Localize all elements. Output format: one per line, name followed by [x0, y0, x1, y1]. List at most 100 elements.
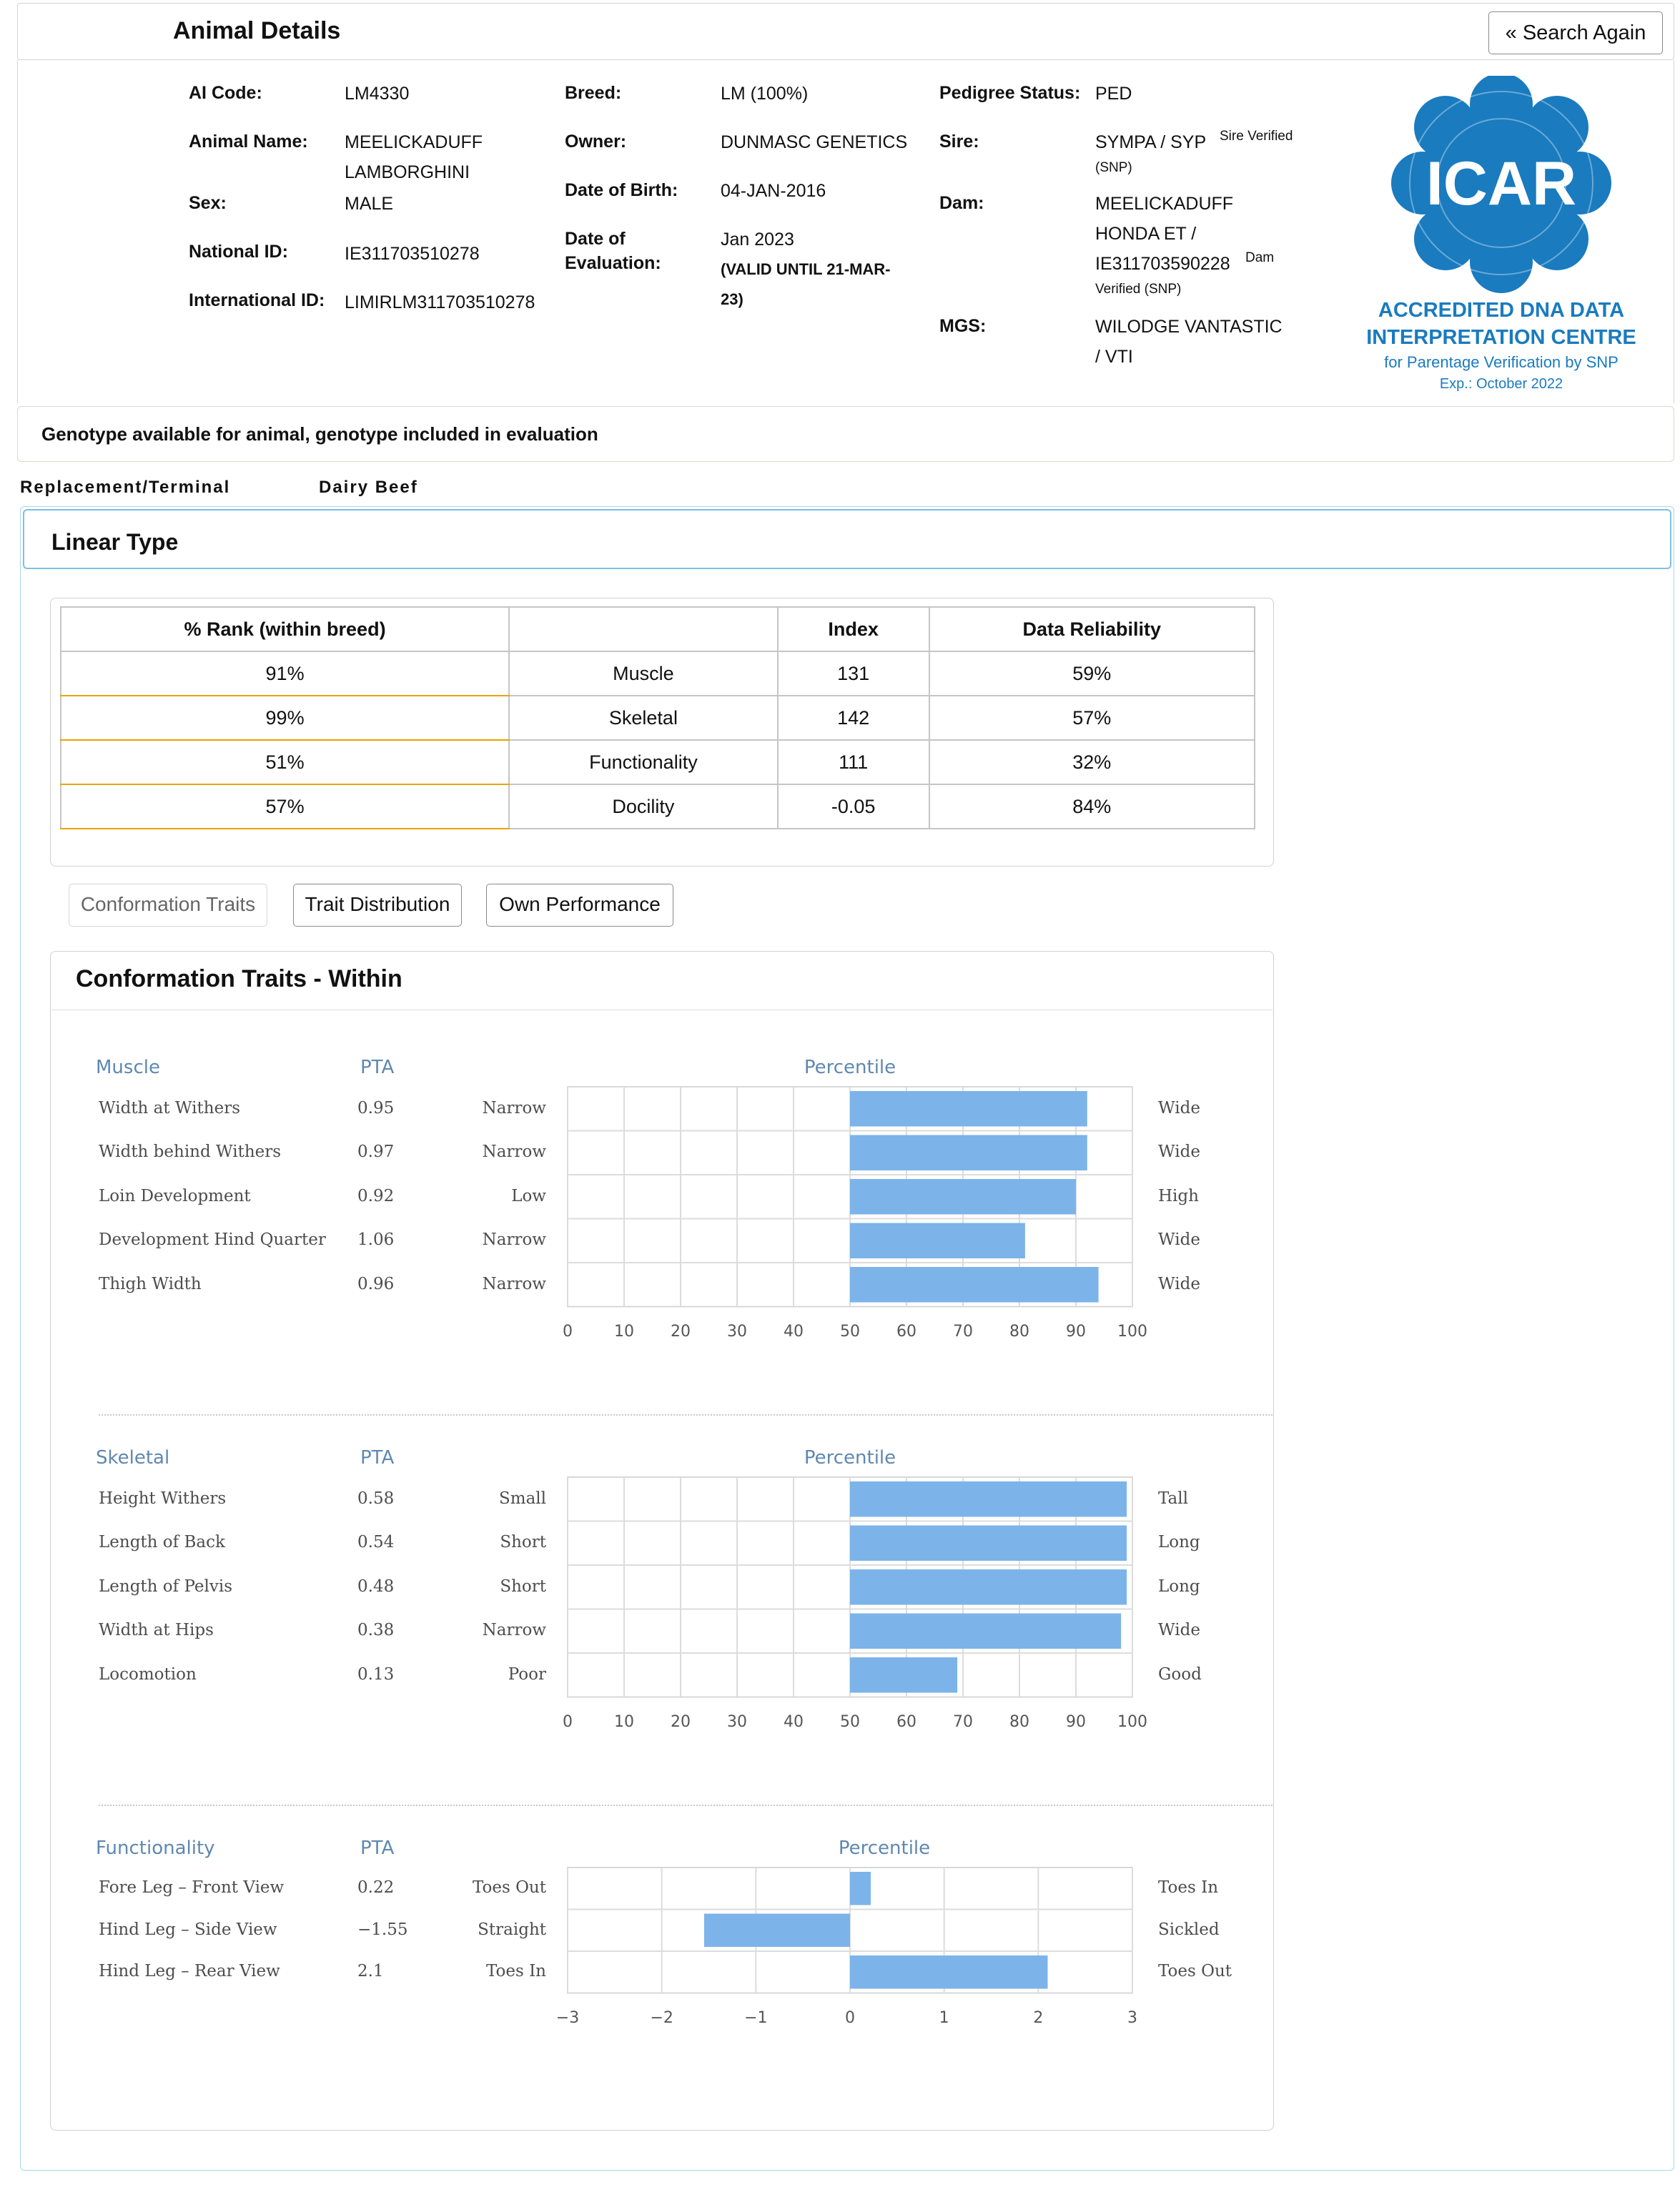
table-row: 57% Docility -0.05 84% — [59, 784, 1255, 829]
reliability-cell: 59% — [928, 651, 1255, 696]
reliability-cell: 84% — [928, 784, 1255, 829]
international-id-label: International ID: — [189, 290, 325, 310]
low-label: Narrow — [482, 1098, 546, 1118]
section-divider — [99, 1805, 1273, 1806]
trait-name: Locomotion — [99, 1664, 197, 1684]
high-label: Wide — [1158, 1143, 1200, 1162]
pedigree-label: Pedigree Status: — [939, 83, 1081, 103]
x-tick-label: 60 — [896, 1322, 916, 1341]
sex-value: MALE — [345, 194, 394, 214]
low-label: Narrow — [482, 1143, 546, 1162]
x-tick-label: 50 — [840, 1322, 860, 1341]
x-tick-label: 0 — [845, 2008, 855, 2027]
linear-type-header[interactable] — [23, 509, 1671, 569]
high-label: Good — [1158, 1664, 1202, 1684]
trait-name: Width at Hips — [99, 1621, 214, 1640]
trait-name: Loin Development — [99, 1186, 251, 1205]
icar-line2: INTERPRETATION CENTRE — [1366, 326, 1636, 349]
low-label: Short — [500, 1533, 546, 1552]
tab-dairy-beef[interactable]: Dairy Beef — [319, 478, 418, 498]
x-tick-label: 10 — [614, 1712, 634, 1731]
column-header-rank: % Rank (within breed) — [59, 606, 510, 652]
conformation-title: Conformation Traits - Within — [76, 965, 402, 992]
sire-label: Sire: — [939, 132, 979, 152]
low-label: Toes Out — [472, 1878, 546, 1898]
section-divider — [99, 1414, 1273, 1416]
owner-value: DUNMASC GENETICS — [721, 132, 908, 152]
breed-value: LM (100%) — [721, 84, 809, 104]
pta-value: 0.48 — [357, 1577, 395, 1596]
pta-value: 1.06 — [357, 1230, 395, 1250]
breed-label: Breed: — [565, 83, 622, 103]
pta-value: −1.55 — [357, 1920, 408, 1939]
tab-own-performance[interactable]: Own Performance — [486, 884, 673, 927]
percentile-header: Percentile — [804, 1447, 896, 1469]
column-header-index: Index — [776, 606, 930, 652]
linear-type-table: % Rank (within breed) Index Data Reliabi… — [59, 606, 1255, 829]
high-label: Wide — [1158, 1230, 1200, 1250]
high-label: Sickled — [1158, 1920, 1220, 1939]
x-tick-label: 70 — [953, 1322, 973, 1341]
x-tick-label: 1 — [939, 2008, 949, 2027]
doe-value: Jan 2023 — [721, 230, 794, 250]
pta-header: PTA — [360, 1447, 395, 1469]
pta-value: 0.58 — [357, 1489, 395, 1508]
x-tick-label: 10 — [614, 1322, 634, 1341]
search-again-button[interactable]: « Search Again — [1488, 11, 1663, 54]
mgs-value-2: / VTI — [1095, 347, 1133, 367]
trait-name: Hind Leg – Rear View — [99, 1962, 280, 1981]
pta-value: 0.96 — [357, 1274, 395, 1293]
tab-conformation-traits[interactable]: Conformation Traits — [69, 884, 267, 927]
rank-cell: 91% — [59, 651, 510, 696]
trait-name: Width at Withers — [99, 1098, 241, 1118]
x-tick-label: 0 — [563, 1712, 573, 1731]
x-tick-label: 2 — [1033, 2008, 1044, 2027]
high-label: Long — [1158, 1533, 1200, 1552]
icar-line3: for Parentage Verification by SNP — [1384, 353, 1619, 371]
animal-name-value-2: LAMBORGHINI — [345, 162, 470, 182]
x-tick-label: 40 — [784, 1712, 804, 1731]
index-cell: 131 — [776, 651, 930, 696]
low-label: Small — [499, 1489, 546, 1508]
high-label: Wide — [1158, 1621, 1200, 1640]
x-tick-label: 30 — [727, 1712, 747, 1731]
low-label: Poor — [508, 1664, 546, 1684]
percentile-header: Percentile — [838, 1838, 931, 1859]
doe-valid-2: 23) — [721, 290, 743, 308]
pta-header: PTA — [360, 1838, 395, 1859]
x-tick-label: −1 — [744, 2008, 768, 2027]
trait-name: Width behind Withers — [99, 1143, 282, 1162]
dam-value-1: MEELICKADUFF — [1095, 194, 1234, 214]
high-label: High — [1158, 1186, 1199, 1205]
rank-cell: 57% — [59, 784, 510, 829]
pta-header: PTA — [360, 1057, 395, 1078]
tab-trait-distribution[interactable]: Trait Distribution — [293, 884, 462, 927]
x-tick-label: 3 — [1127, 2008, 1137, 2027]
svg-text:ICAR: ICAR — [1426, 149, 1576, 218]
sire-snp: (SNP) — [1095, 160, 1132, 175]
trait-cell: Muscle — [508, 651, 779, 696]
x-tick-label: −2 — [650, 2008, 673, 2027]
rank-cell: 99% — [59, 695, 510, 741]
animal-name-label: Animal Name: — [189, 132, 308, 152]
high-label: Toes In — [1158, 1878, 1219, 1898]
x-tick-label: 60 — [896, 1712, 916, 1731]
tab-replacement-terminal[interactable]: Replacement/Terminal — [20, 478, 230, 498]
trait-name: Length of Pelvis — [99, 1577, 233, 1596]
group-label: Muscle — [96, 1057, 160, 1078]
icar-logo-icon: ICAR — [1391, 76, 1611, 293]
trait-name: Thigh Width — [99, 1274, 202, 1293]
low-label: Straight — [478, 1920, 546, 1939]
x-tick-label: 20 — [671, 1322, 691, 1341]
trait-cell: Docility — [508, 784, 779, 829]
pta-value: 0.97 — [357, 1143, 395, 1162]
index-cell: -0.05 — [776, 784, 930, 829]
x-tick-label: 80 — [1009, 1322, 1029, 1341]
trait-cell: Functionality — [508, 739, 779, 785]
x-tick-label: 30 — [727, 1322, 747, 1341]
doe-valid-1: (VALID UNTIL 21-MAR- — [721, 260, 891, 278]
low-label: Narrow — [482, 1274, 546, 1293]
column-header-trait — [508, 606, 779, 652]
doe-label-2: Evaluation: — [565, 253, 661, 273]
trait-name: Development Hind Quarter — [99, 1230, 326, 1250]
